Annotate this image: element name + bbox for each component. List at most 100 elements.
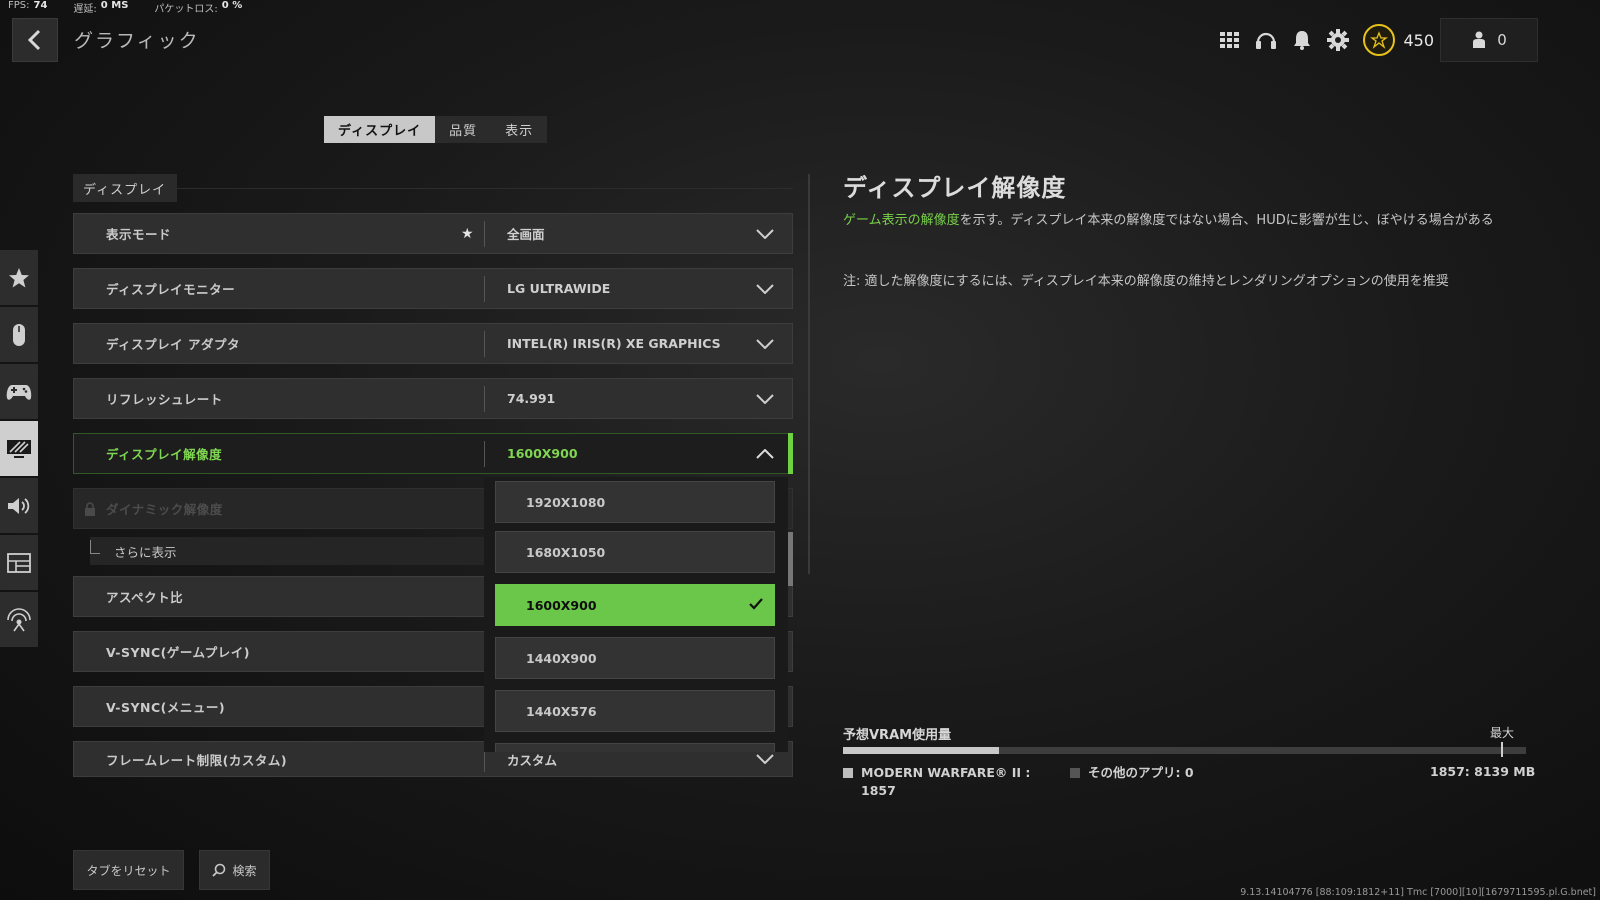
vram-total: 1857: 8139 MB bbox=[1430, 764, 1536, 779]
setting-display-resolution[interactable]: ディスプレイ解像度 1600X900 bbox=[73, 433, 793, 474]
page-title: グラフィック bbox=[74, 30, 200, 52]
checkmark-icon bbox=[749, 598, 763, 610]
show-more-toggle[interactable]: さらに表示 bbox=[90, 537, 486, 565]
description-text: を示す。ディスプレイ本来の解像度ではない場合、HUDに影響が生じ、ぼやける場合が… bbox=[959, 213, 1494, 228]
network-stats: FPS: 74 遅延: 0 MS パケットロス: 0 % bbox=[8, 0, 268, 16]
vram-max-marker bbox=[1501, 742, 1503, 757]
fps-value: 74 bbox=[33, 0, 48, 11]
reset-tab-button[interactable]: タブをリセット bbox=[73, 850, 184, 890]
legend-swatch bbox=[1070, 768, 1080, 778]
speaker-icon bbox=[8, 497, 30, 514]
legend-game-label: MODERN WARFARE® II : bbox=[861, 765, 1031, 780]
chevron-up-icon bbox=[756, 448, 774, 459]
resolution-option[interactable]: 1440X900 bbox=[495, 637, 775, 679]
description-highlight: ゲーム表示の解像度 bbox=[843, 213, 960, 228]
detail-description: ゲーム表示の解像度を示す。ディスプレイ本来の解像度ではない場合、HUDに影響が生… bbox=[843, 210, 1523, 231]
setting-label: 表示モード bbox=[106, 227, 172, 242]
tab-view[interactable]: 表示 bbox=[491, 116, 547, 143]
build-info: 9.13.14104776 [88:109:1812+11] Tmc [7000… bbox=[1240, 887, 1596, 898]
resolution-option[interactable]: 1680X1050 bbox=[495, 531, 775, 573]
search-label: 検索 bbox=[232, 863, 257, 878]
setting-label: ダイナミック解像度 bbox=[106, 502, 223, 517]
setting-value: INTEL(R) IRIS(R) XE GRAPHICS bbox=[507, 336, 721, 351]
rail-item-controller[interactable] bbox=[0, 364, 38, 419]
headset-icon[interactable] bbox=[1255, 29, 1277, 51]
gear-icon[interactable] bbox=[1327, 29, 1350, 51]
tab-quality[interactable]: 品質 bbox=[435, 116, 491, 143]
chevron-down-icon bbox=[756, 338, 774, 349]
cod-points[interactable]: 450 bbox=[1363, 24, 1434, 56]
chevron-down-icon bbox=[756, 283, 774, 294]
mouse-icon bbox=[13, 323, 25, 346]
vram-usage-bar bbox=[843, 747, 1526, 754]
network-icon bbox=[7, 607, 31, 631]
latency-value: 0 MS bbox=[100, 0, 129, 11]
star-icon bbox=[9, 267, 29, 287]
vram-label: 予想VRAM使用量 bbox=[843, 728, 952, 743]
search-button[interactable]: 検索 bbox=[199, 850, 270, 890]
vram-max-label: 最大 bbox=[1490, 726, 1515, 740]
setting-label: V-SYNC(ゲームプレイ) bbox=[106, 645, 250, 660]
option-label: 1600X900 bbox=[526, 597, 597, 613]
packetloss-value: 0 % bbox=[221, 0, 243, 11]
vram-legend-game: MODERN WARFARE® II : 1857 bbox=[843, 764, 1030, 800]
bell-icon[interactable] bbox=[1291, 29, 1313, 51]
back-button[interactable] bbox=[12, 18, 58, 62]
settings-category-rail bbox=[0, 250, 38, 647]
setting-label: リフレッシュレート bbox=[106, 392, 223, 407]
setting-label: ディスプレイ解像度 bbox=[106, 447, 223, 462]
lock-icon bbox=[85, 502, 95, 516]
resolution-option-selected[interactable]: 1600X900 bbox=[495, 584, 775, 626]
detail-note: 注: 適した解像度にするには、ディスプレイ本来の解像度の維持とレンダリングオプシ… bbox=[843, 274, 1449, 289]
setting-refresh-rate[interactable]: リフレッシュレート 74.991 bbox=[73, 378, 793, 419]
chevron-left-icon bbox=[27, 29, 41, 51]
rail-item-favorites[interactable] bbox=[0, 250, 38, 305]
packetloss-label: パケットロス: bbox=[154, 4, 218, 15]
resolution-option[interactable]: 1440X576 bbox=[495, 690, 775, 732]
panel-divider bbox=[808, 174, 810, 574]
vram-usage-fill bbox=[843, 747, 999, 754]
party-icon bbox=[1473, 31, 1486, 48]
search-icon bbox=[212, 863, 226, 877]
setting-label: V-SYNC(メニュー) bbox=[106, 700, 226, 715]
cod-points-icon bbox=[1363, 24, 1396, 56]
show-more-label: さらに表示 bbox=[114, 544, 177, 560]
layout-icon bbox=[7, 552, 31, 573]
resolution-dropdown: 1920X1080 1680X1050 1600X900 1440X900 14… bbox=[484, 477, 788, 752]
reset-tab-label: タブをリセット bbox=[86, 863, 171, 878]
setting-label: フレームレート制限(カスタム) bbox=[106, 752, 288, 768]
setting-display-monitor[interactable]: ディスプレイモニター LG ULTRAWIDE bbox=[73, 268, 793, 309]
fps-label: FPS: bbox=[8, 0, 30, 11]
rail-item-interface[interactable] bbox=[0, 535, 38, 590]
rail-item-audio[interactable] bbox=[0, 478, 38, 533]
setting-label: ディスプレイ アダプタ bbox=[106, 337, 240, 352]
party-count: 0 bbox=[1497, 31, 1507, 49]
favorite-star-icon[interactable]: ★ bbox=[461, 226, 474, 242]
latency-label: 遅延: bbox=[73, 4, 97, 15]
rail-item-mouse[interactable] bbox=[0, 307, 38, 362]
setting-display-mode[interactable]: 表示モード ★ 全画面 bbox=[73, 213, 793, 254]
settings-tabs: ディスプレイ 品質 表示 bbox=[324, 116, 548, 143]
party-button[interactable]: 0 bbox=[1440, 18, 1538, 62]
setting-value: カスタム bbox=[507, 752, 558, 768]
chevron-down-icon bbox=[756, 754, 774, 764]
setting-value: 74.991 bbox=[507, 391, 556, 406]
rail-item-graphics[interactable] bbox=[0, 421, 38, 476]
chevron-down-icon bbox=[756, 393, 774, 404]
section-divider bbox=[177, 188, 793, 189]
setting-value: 1600X900 bbox=[507, 446, 578, 461]
legend-game-value: 1857 bbox=[861, 783, 896, 798]
grid-menu-icon[interactable] bbox=[1219, 29, 1241, 51]
setting-display-adapter[interactable]: ディスプレイ アダプタ INTEL(R) IRIS(R) XE GRAPHICS bbox=[73, 323, 793, 364]
resolution-option-partial[interactable] bbox=[495, 743, 775, 752]
legend-other-label: その他のアプリ: 0 bbox=[1088, 765, 1194, 780]
dropdown-scrollbar[interactable] bbox=[788, 532, 793, 586]
monitor-icon bbox=[7, 439, 31, 458]
setting-label: アスペクト比 bbox=[106, 590, 184, 605]
tree-connector bbox=[90, 540, 100, 554]
tab-display[interactable]: ディスプレイ bbox=[324, 116, 436, 143]
rail-item-account-network[interactable] bbox=[0, 592, 38, 647]
setting-value: 全画面 bbox=[507, 227, 545, 242]
resolution-option[interactable]: 1920X1080 bbox=[495, 481, 775, 523]
chevron-down-icon bbox=[756, 228, 774, 239]
